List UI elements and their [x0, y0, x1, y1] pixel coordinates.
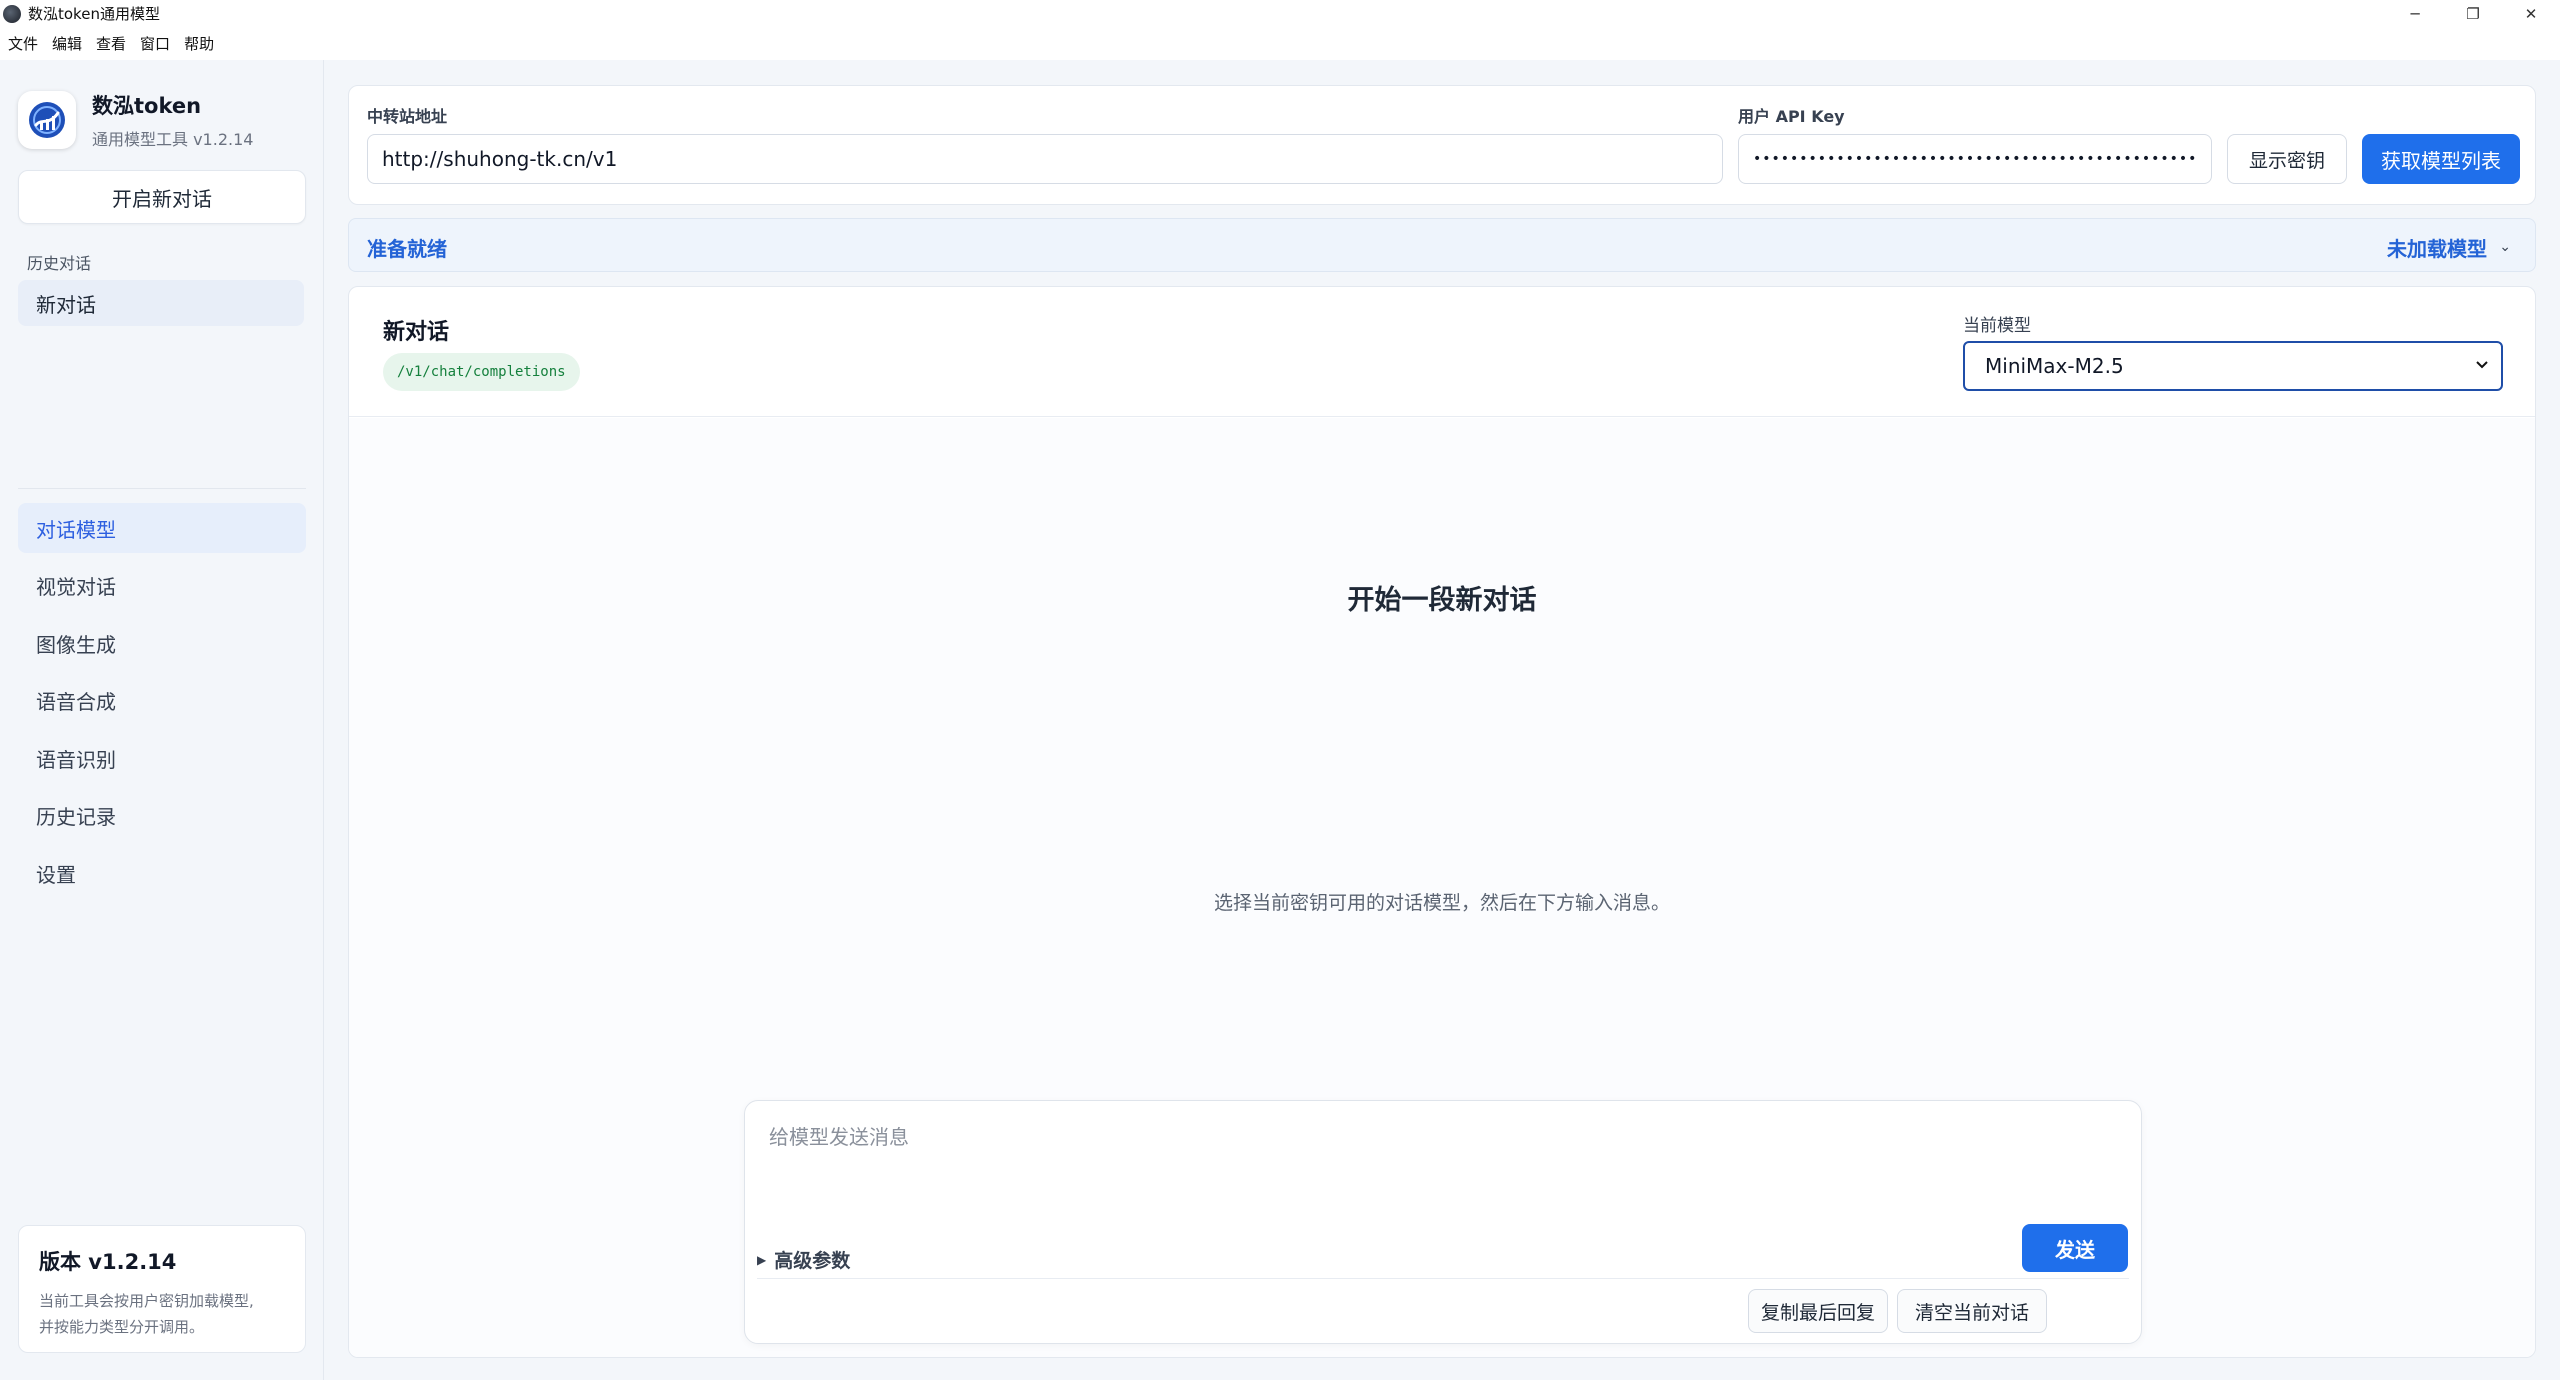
nav-item-settings[interactable]: 设置	[18, 848, 306, 898]
sidebar-nav: 对话模型 视觉对话 图像生成 语音合成 语音识别 历史记录 设置	[18, 503, 306, 906]
close-icon[interactable]: ✕	[2502, 0, 2560, 27]
brand-logo-icon	[18, 91, 76, 149]
relay-url-input[interactable]	[367, 134, 1723, 184]
advanced-params-toggle[interactable]: ▶ 高级参数	[757, 1246, 850, 1273]
chat-header: 新对话 /v1/chat/completions 当前模型 MiniMax-M2…	[349, 287, 2535, 417]
brand-subtitle: 通用模型工具 v1.2.14	[92, 130, 254, 149]
window-title: 数泓token通用模型	[28, 5, 160, 23]
model-select-value: MiniMax-M2.5	[1985, 354, 2124, 378]
minimize-icon[interactable]: ─	[2386, 0, 2444, 27]
brand-name: 数泓token	[92, 94, 202, 118]
sidebar-divider	[18, 488, 306, 489]
chat-title: 新对话	[383, 320, 450, 345]
version-card: 版本 v1.2.14 当前工具会按用户密钥加载模型, 并按能力类型分开调用。	[18, 1225, 306, 1353]
connection-config-card: 中转站地址 用户 API Key 显示密钥 获取模型列表	[348, 85, 2536, 205]
advanced-params-label: 高级参数	[774, 1250, 851, 1272]
nav-item-history[interactable]: 历史记录	[18, 791, 306, 841]
clear-conversation-button[interactable]: 清空当前对话	[1897, 1289, 2047, 1333]
chat-panel: 新对话 /v1/chat/completions 当前模型 MiniMax-M2…	[348, 286, 2536, 1358]
composer-divider	[757, 1278, 2129, 1279]
chevron-down-icon[interactable]: ⌄	[2499, 239, 2511, 255]
message-input[interactable]	[769, 1121, 2109, 1181]
nav-item-speech-synthesis[interactable]: 语音合成	[18, 676, 306, 726]
api-key-input[interactable]	[1738, 134, 2212, 184]
empty-state-title: 开始一段新对话	[1347, 585, 1537, 616]
brand: 数泓token 通用模型工具 v1.2.14	[18, 90, 253, 150]
send-button[interactable]: 发送	[2022, 1224, 2128, 1272]
history-item[interactable]: 新对话	[18, 280, 304, 326]
endpoint-badge: /v1/chat/completions	[383, 353, 580, 391]
fetch-models-button[interactable]: 获取模型列表	[2362, 134, 2520, 184]
nav-item-speech-recognition[interactable]: 语音识别	[18, 733, 306, 783]
app-icon	[3, 4, 21, 23]
version-title: 版本 v1.2.14	[39, 1250, 177, 1274]
caret-right-icon: ▶	[757, 1252, 767, 1267]
model-select[interactable]: MiniMax-M2.5	[1963, 341, 2503, 391]
menu-edit[interactable]: 编辑	[52, 33, 82, 54]
model-load-status: 未加载模型	[2387, 237, 2487, 261]
menu-file[interactable]: 文件	[8, 33, 38, 54]
version-desc-line: 当前工具会按用户密钥加载模型,	[39, 1292, 254, 1310]
relay-url-label: 中转站地址	[367, 107, 448, 126]
version-description: 当前工具会按用户密钥加载模型, 并按能力类型分开调用。	[39, 1288, 285, 1340]
status-text: 准备就绪	[367, 237, 447, 261]
menu-help[interactable]: 帮助	[184, 33, 214, 54]
nav-item-vision-chat[interactable]: 视觉对话	[18, 561, 306, 611]
menu-bar: 文件 编辑 查看 窗口 帮助	[0, 27, 2560, 60]
version-desc-line: 并按能力类型分开调用。	[39, 1318, 205, 1336]
menu-view[interactable]: 查看	[96, 33, 126, 54]
restore-icon[interactable]: ❐	[2444, 0, 2502, 27]
show-key-button[interactable]: 显示密钥	[2227, 134, 2347, 184]
sidebar: 数泓token 通用模型工具 v1.2.14 开启新对话 历史对话 新对话 对话…	[0, 60, 324, 1380]
model-select-label: 当前模型	[1963, 316, 2031, 336]
message-composer: ▶ 高级参数 发送 复制最后回复 清空当前对话	[744, 1100, 2142, 1344]
status-bar[interactable]: 准备就绪 未加载模型 ⌄	[348, 218, 2536, 272]
menu-window[interactable]: 窗口	[140, 33, 170, 54]
api-key-label: 用户 API Key	[1738, 107, 1845, 126]
nav-item-chat-model[interactable]: 对话模型	[18, 503, 306, 553]
empty-state-subtitle: 选择当前密钥可用的对话模型，然后在下方输入消息。	[1213, 892, 1670, 914]
history-heading: 历史对话	[27, 254, 92, 273]
title-bar: 数泓token通用模型 ─ ❐ ✕	[0, 0, 2560, 27]
copy-last-reply-button[interactable]: 复制最后回复	[1748, 1289, 1888, 1333]
new-chat-button[interactable]: 开启新对话	[18, 170, 306, 224]
window-controls: ─ ❐ ✕	[2386, 0, 2560, 27]
nav-item-image-generation[interactable]: 图像生成	[18, 618, 306, 668]
chevron-down-icon	[2475, 356, 2489, 375]
